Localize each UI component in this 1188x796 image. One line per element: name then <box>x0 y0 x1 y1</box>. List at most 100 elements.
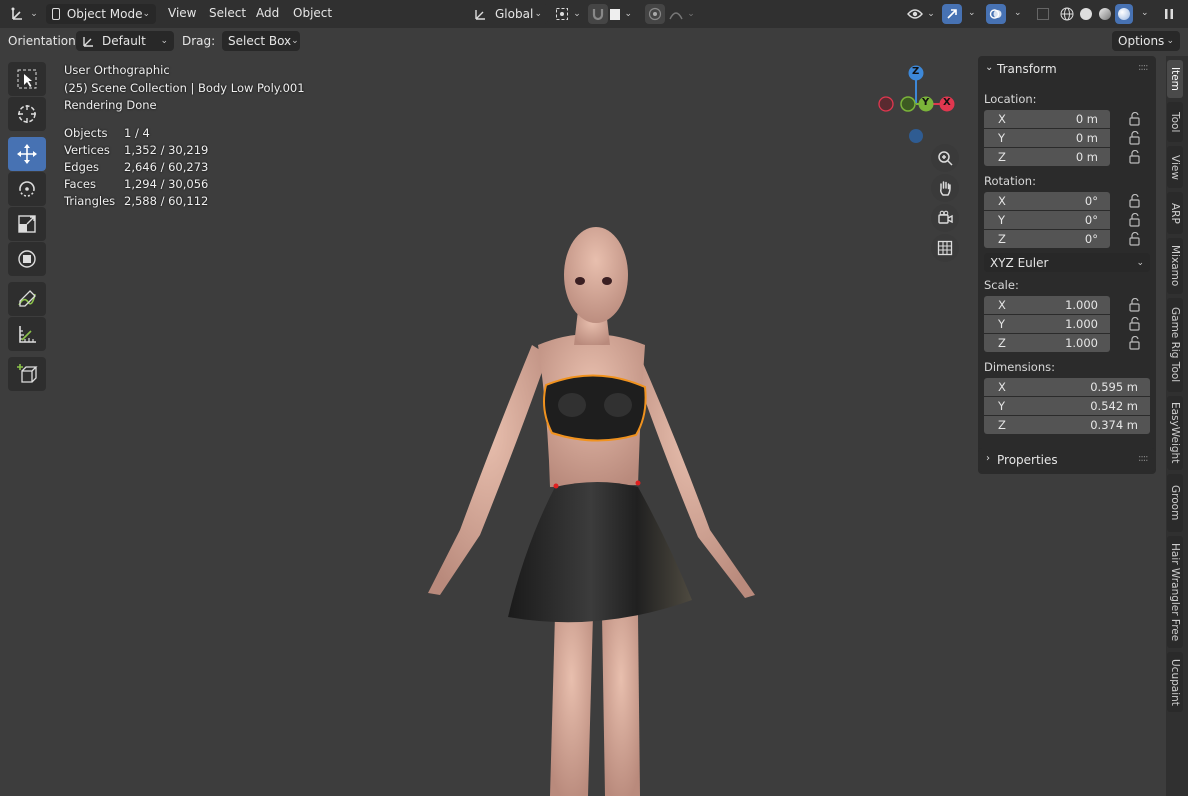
scale-x-field[interactable]: X 1.000 <box>984 296 1110 314</box>
location-z-field[interactable]: Z 0 m <box>984 148 1110 166</box>
shading-material-button[interactable] <box>1096 4 1114 24</box>
tab-label: Tool <box>1169 111 1181 133</box>
rotate-tool[interactable] <box>8 172 46 206</box>
rotation-mode-value: XYZ Euler <box>990 255 1049 270</box>
wireframe-sphere-icon <box>1060 7 1074 21</box>
transform-orientation-select[interactable]: Global ⌄ <box>468 4 548 24</box>
drag-handle-icon[interactable]: :::: <box>1138 62 1149 73</box>
select-box-tool[interactable] <box>8 62 46 96</box>
measure-tool[interactable] <box>8 317 46 351</box>
lock-icon[interactable] <box>1128 232 1142 246</box>
chevron-down-icon[interactable]: ⌄ <box>1141 8 1149 18</box>
tab-item[interactable]: Item <box>1167 60 1183 98</box>
pivot-point-button[interactable]: ⌄ <box>552 4 584 24</box>
scale-y-field[interactable]: Y 1.000 <box>984 315 1110 333</box>
shading-wireframe-button[interactable] <box>1058 4 1076 24</box>
tab-tool[interactable]: Tool <box>1167 102 1183 142</box>
move-tool[interactable] <box>8 137 46 171</box>
gizmo-toggle[interactable] <box>942 4 962 24</box>
location-x-field[interactable]: X 0 m <box>984 110 1110 128</box>
tab-ucupaint[interactable]: Ucupaint <box>1167 652 1183 712</box>
orientation-select[interactable]: Default ⌄ <box>76 31 174 51</box>
chevron-down-icon[interactable]: ⌄ <box>968 8 976 18</box>
overlays-toggle[interactable] <box>986 4 1006 24</box>
scale-z-field[interactable]: Z 1.000 <box>984 334 1110 352</box>
drag-select[interactable]: Select Box ⌄ <box>222 31 300 51</box>
dimensions-x-field[interactable]: X 0.595 m <box>984 378 1150 396</box>
lock-icon[interactable] <box>1128 317 1142 331</box>
location-y-field[interactable]: Y 0 m <box>984 129 1110 147</box>
shading-rendered-button[interactable] <box>1115 4 1133 24</box>
visibility-button[interactable]: ⌄ <box>904 4 938 24</box>
chevron-down-icon[interactable]: ⌄ <box>1014 8 1022 18</box>
axis-label: Y <box>998 399 1006 413</box>
xray-icon <box>1037 8 1049 20</box>
pencil-icon <box>18 290 36 307</box>
perspective-toggle-button[interactable] <box>931 234 959 262</box>
shading-solid-button[interactable] <box>1077 4 1095 24</box>
pan-button[interactable] <box>931 174 959 202</box>
field-value: 0 m <box>1075 112 1098 126</box>
menu-view[interactable]: View <box>168 6 196 20</box>
transform-panel-title[interactable]: Transform <box>997 62 1057 76</box>
character-model[interactable] <box>400 215 780 796</box>
move-icon <box>17 144 37 164</box>
field-value: 0.542 m <box>1090 399 1138 413</box>
cursor-tool[interactable] <box>8 97 46 131</box>
snap-target-button[interactable]: ⌄ <box>610 4 632 24</box>
dimensions-z-field[interactable]: Z 0.374 m <box>984 416 1150 434</box>
rotation-z-field[interactable]: Z 0° <box>984 230 1110 248</box>
lock-icon[interactable] <box>1128 131 1142 145</box>
rotation-mode-select[interactable]: XYZ Euler ⌄ <box>984 253 1150 272</box>
camera-icon <box>938 210 953 224</box>
add-cube-tool[interactable] <box>8 357 46 391</box>
tab-easyweight[interactable]: EasyWeight <box>1167 396 1183 470</box>
lock-icon[interactable] <box>1128 336 1142 350</box>
axis-label: Z <box>998 336 1006 350</box>
falloff-button[interactable]: ⌄ <box>668 4 696 24</box>
tab-groom[interactable]: Groom <box>1167 474 1183 532</box>
lock-icon[interactable] <box>1128 112 1142 126</box>
rotation-y-field[interactable]: Y 0° <box>984 211 1110 229</box>
pause-icon <box>1165 9 1173 19</box>
rotation-x-field[interactable]: X 0° <box>984 192 1110 210</box>
drag-handle-icon[interactable]: :::: <box>1138 453 1149 464</box>
menu-select[interactable]: Select <box>209 6 246 20</box>
location-label: Location: <box>984 92 1037 106</box>
tab-mixamo[interactable]: Mixamo <box>1167 238 1183 294</box>
transform-tool[interactable] <box>8 242 46 276</box>
gizmo-x-label: X <box>943 97 951 108</box>
tab-view[interactable]: View <box>1167 146 1183 188</box>
lock-icon[interactable] <box>1128 194 1142 208</box>
annotate-tool[interactable] <box>8 282 46 316</box>
chevron-down-icon[interactable]: ⌄ <box>985 62 993 73</box>
menu-add[interactable]: Add <box>256 6 279 20</box>
scale-label: Scale: <box>984 278 1019 292</box>
proportional-edit-toggle[interactable] <box>645 4 665 24</box>
view-name: User Orthographic <box>64 63 170 77</box>
lock-icon[interactable] <box>1128 298 1142 312</box>
mode-select[interactable]: Object Mode ⌄ <box>46 4 156 24</box>
object-mode-icon <box>52 8 60 20</box>
field-value: 0 m <box>1075 150 1098 164</box>
lock-icon[interactable] <box>1128 213 1142 227</box>
options-button[interactable]: Options ⌄ <box>1112 31 1180 51</box>
scale-tool[interactable] <box>8 207 46 241</box>
zoom-button[interactable] <box>931 144 959 172</box>
chevron-right-icon[interactable]: › <box>986 453 990 464</box>
tab-game-rig-tool[interactable]: Game Rig Tool <box>1167 298 1183 392</box>
grid-icon <box>937 240 953 256</box>
tab-label: Hair Wrangler Free <box>1169 542 1181 642</box>
properties-panel-title[interactable]: Properties <box>997 453 1058 467</box>
tab-arp[interactable]: ARP <box>1167 192 1183 234</box>
lock-icon[interactable] <box>1128 150 1142 164</box>
snap-toggle[interactable] <box>588 4 608 24</box>
field-value: 0.595 m <box>1090 380 1138 394</box>
camera-view-button[interactable] <box>931 204 959 232</box>
pause-render-button[interactable] <box>1158 4 1180 24</box>
editor-type-button[interactable]: ⌄ <box>8 4 40 24</box>
dimensions-y-field[interactable]: Y 0.542 m <box>984 397 1150 415</box>
menu-object[interactable]: Object <box>293 6 332 20</box>
tab-hair-wrangler-free[interactable]: Hair Wrangler Free <box>1167 536 1183 648</box>
xray-toggle[interactable] <box>1034 4 1052 24</box>
